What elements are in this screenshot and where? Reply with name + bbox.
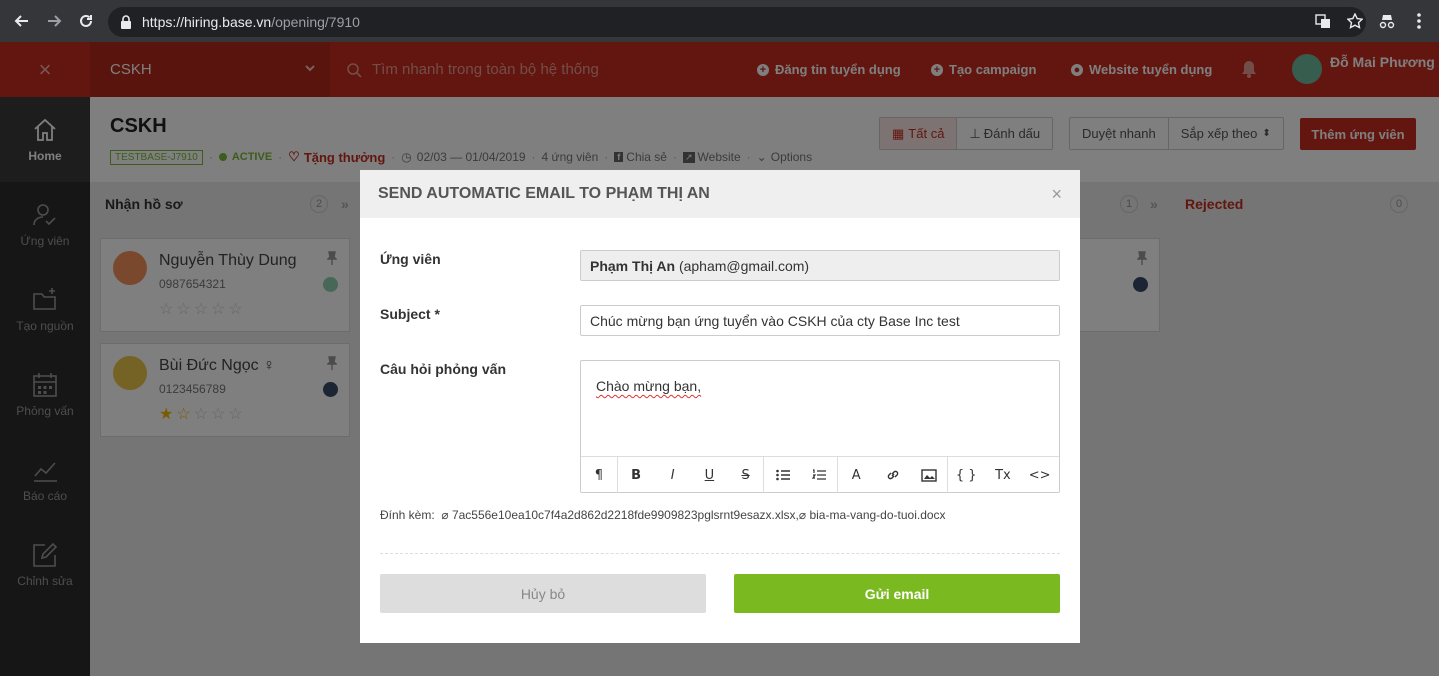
clear-format-icon: Tx bbox=[995, 467, 1011, 483]
subject-input[interactable]: Chúc mừng bạn ứng tuyển vào CSKH của cty… bbox=[580, 305, 1060, 336]
underline-icon: U bbox=[704, 467, 715, 483]
bold-button[interactable]: B bbox=[618, 457, 655, 493]
question-label: Câu hỏi phỏng vấn bbox=[380, 361, 506, 377]
numbered-list-icon bbox=[811, 469, 826, 480]
arrow-left-icon bbox=[14, 15, 28, 27]
reload-button[interactable] bbox=[70, 0, 102, 42]
lock-icon bbox=[121, 15, 131, 29]
candidate-label: Ứng viên bbox=[380, 251, 441, 267]
strikethrough-button[interactable]: S bbox=[728, 457, 765, 493]
numbered-list-button[interactable] bbox=[801, 457, 838, 493]
modal-header: SEND AUTOMATIC EMAIL TO PHẠM THỊ AN bbox=[360, 170, 1080, 218]
candidate-name: Phạm Thị An bbox=[590, 257, 676, 274]
forward-button[interactable] bbox=[38, 0, 70, 42]
back-button[interactable] bbox=[6, 0, 38, 42]
star-icon bbox=[1347, 13, 1363, 29]
incognito-button[interactable] bbox=[1371, 0, 1403, 42]
bookmark-button[interactable] bbox=[1339, 0, 1371, 42]
divider bbox=[380, 553, 1060, 554]
text-color-icon: A bbox=[851, 467, 861, 483]
send-email-modal: SEND AUTOMATIC EMAIL TO PHẠM THỊ AN × Ứn… bbox=[360, 170, 1080, 643]
attachment-link[interactable]: 7ac556e10ea10c7f4a2d862d2218fde9909823pg… bbox=[452, 508, 799, 522]
editor-content[interactable]: Chào mừng bạn, bbox=[596, 378, 701, 394]
insert-link-button[interactable] bbox=[875, 457, 912, 493]
bullet-list-icon bbox=[775, 469, 790, 481]
link-icon bbox=[887, 470, 899, 480]
url-path: /opening/7910 bbox=[271, 14, 360, 30]
subject-label: Subject * bbox=[380, 306, 440, 322]
strikethrough-icon: S bbox=[741, 467, 750, 483]
arrow-right-icon bbox=[48, 15, 62, 27]
paperclip-icon: ⌀ bbox=[798, 508, 807, 522]
attachment-link[interactable]: bia-ma-vang-do-tuoi.docx bbox=[809, 508, 945, 522]
incognito-icon bbox=[1379, 15, 1395, 29]
clear-format-button[interactable]: Tx bbox=[985, 457, 1022, 493]
url-host: https://hiring.base.vn bbox=[142, 14, 272, 30]
paperclip-icon: ⌀ bbox=[438, 508, 449, 522]
menu-button[interactable] bbox=[1403, 0, 1435, 42]
attachments: Đính kèm: ⌀ 7ac556e10ea10c7f4a2d862d2218… bbox=[380, 508, 946, 522]
rich-text-editor[interactable]: Chào mừng bạn, ¶ B I U S A { } Tx <> bbox=[580, 360, 1060, 493]
editor-toolbar: ¶ B I U S A { } Tx <> bbox=[581, 456, 1059, 493]
italic-icon: I bbox=[670, 467, 675, 483]
candidate-field: Phạm Thị An (apham@gmail.com) bbox=[580, 250, 1060, 281]
cancel-button[interactable]: Hủy bỏ bbox=[380, 574, 706, 613]
text-color-button[interactable]: A bbox=[838, 457, 875, 493]
browser-toolbar: https://hiring.base.vn/opening/7910 bbox=[0, 0, 1439, 42]
reload-icon bbox=[80, 14, 92, 27]
candidate-email: (apham@gmail.com) bbox=[678, 257, 810, 274]
translate-icon bbox=[1315, 14, 1330, 28]
underline-button[interactable]: U bbox=[691, 457, 728, 493]
code-icon: <> bbox=[1028, 467, 1051, 483]
send-email-button[interactable]: Gửi email bbox=[734, 574, 1060, 613]
italic-button[interactable]: I bbox=[654, 457, 691, 493]
url-text: https://hiring.base.vn/opening/7910 bbox=[142, 14, 360, 30]
paragraph-icon: ¶ bbox=[594, 467, 603, 483]
insert-variable-button[interactable]: { } bbox=[948, 457, 985, 493]
image-icon bbox=[921, 468, 937, 482]
paragraph-format-button[interactable]: ¶ bbox=[581, 457, 618, 493]
braces-icon: { } bbox=[955, 467, 977, 483]
more-vertical-icon bbox=[1417, 13, 1421, 29]
bold-icon: B bbox=[631, 467, 641, 483]
modal-title: SEND AUTOMATIC EMAIL TO PHẠM THỊ AN bbox=[378, 185, 710, 202]
source-code-button[interactable]: <> bbox=[1021, 457, 1058, 493]
address-bar[interactable]: https://hiring.base.vn/opening/7910 bbox=[108, 7, 1366, 37]
attachments-label: Đính kèm: bbox=[380, 508, 435, 522]
insert-image-button[interactable] bbox=[911, 457, 948, 493]
close-icon[interactable]: × bbox=[1051, 184, 1062, 205]
translate-button[interactable] bbox=[1307, 0, 1339, 42]
bullet-list-button[interactable] bbox=[764, 457, 801, 493]
